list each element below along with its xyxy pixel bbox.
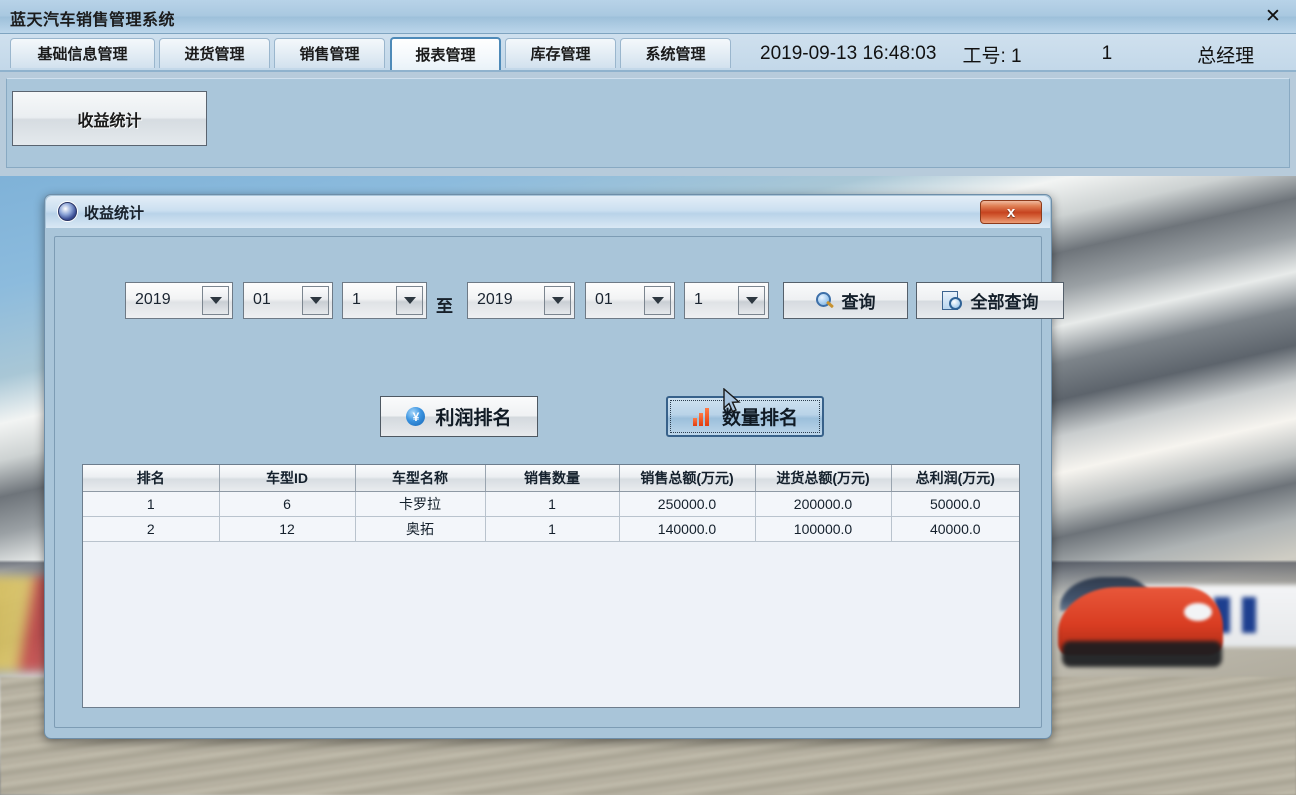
col-sales-total[interactable]: 销售总额(万元) [619, 465, 756, 492]
end-year-select[interactable]: 2019 [467, 282, 575, 319]
cell-total-profit: 50000.0 [891, 491, 1019, 517]
header-info: 2019-09-13 16:48:03 工号: 1 1 总经理 [760, 40, 1254, 68]
chevron-down-icon[interactable] [202, 286, 229, 315]
cell-model-name: 奥拓 [355, 516, 486, 542]
chevron-down-icon[interactable] [396, 286, 423, 315]
cell-model-id: 12 [219, 516, 356, 542]
window-close-button[interactable]: ✕ [1256, 3, 1290, 30]
quantity-ranking-button[interactable]: 数量排名 [666, 396, 824, 437]
end-day-value: 1 [694, 291, 703, 308]
cell-sales-total: 250000.0 [619, 491, 756, 517]
chevron-down-icon[interactable] [644, 286, 671, 315]
profit-ranking-button[interactable]: ¥ 利润排名 [380, 396, 538, 437]
cell-total-profit: 40000.0 [891, 516, 1019, 542]
col-model-name[interactable]: 车型名称 [355, 465, 486, 492]
income-statistics-button[interactable]: 收益统计 [12, 91, 207, 146]
table-body: 1 6 卡罗拉 1 250000.0 200000.0 50000.0 2 12… [83, 491, 1019, 542]
yen-coin-icon: ¥ [406, 407, 426, 426]
start-day-select[interactable]: 1 [342, 282, 427, 319]
end-year-value: 2019 [477, 291, 513, 308]
window-title: 蓝天汽车销售管理系统 [10, 12, 176, 29]
quantity-ranking-label: 数量排名 [721, 408, 798, 429]
red-sportscar-image [1058, 568, 1288, 673]
module-toolbar: 收益统计 [6, 78, 1290, 168]
tab-reports[interactable]: 报表管理 [390, 37, 501, 70]
start-month-value: 01 [253, 291, 271, 308]
user-role: 总经理 [1197, 45, 1255, 67]
col-rank[interactable]: 排名 [83, 465, 220, 492]
end-month-select[interactable]: 01 [585, 282, 675, 319]
dialog-titlebar: 收益统计 x [46, 196, 1050, 228]
start-year-select[interactable]: 2019 [125, 282, 233, 319]
cell-sales-total: 140000.0 [619, 516, 756, 542]
tab-sales[interactable]: 销售管理 [274, 38, 385, 68]
cell-purchase-total: 200000.0 [755, 491, 892, 517]
table-header-row: 排名 车型ID 车型名称 销售数量 销售总额(万元) 进货总额(万元) 总利润(… [83, 465, 1019, 492]
tab-system[interactable]: 系统管理 [620, 38, 731, 68]
tab-inventory[interactable]: 库存管理 [505, 38, 616, 68]
query-all-button-label: 全部查询 [970, 293, 1039, 312]
col-model-id[interactable]: 车型ID [219, 465, 356, 492]
dialog-close-button[interactable]: x [980, 200, 1042, 224]
chevron-down-icon[interactable] [738, 286, 765, 315]
table-row[interactable]: 2 12 奥拓 1 140000.0 100000.0 40000.0 [83, 516, 1019, 542]
employee-id-value: 1 [1101, 43, 1113, 64]
start-month-select[interactable]: 01 [243, 282, 333, 319]
profit-ranking-label: 利润排名 [435, 408, 512, 429]
document-search-icon [941, 291, 962, 310]
dialog-title: 收益统计 [84, 205, 145, 222]
col-total-profit[interactable]: 总利润(万元) [891, 465, 1019, 492]
search-icon [815, 292, 833, 309]
cell-rank: 1 [83, 491, 220, 517]
start-year-value: 2019 [135, 291, 171, 308]
cell-model-id: 6 [219, 491, 356, 517]
cell-sales-qty: 1 [485, 516, 620, 542]
window-titlebar: 蓝天汽车销售管理系统 ✕ [0, 0, 1296, 34]
chevron-down-icon[interactable] [302, 286, 329, 315]
cell-sales-qty: 1 [485, 491, 620, 517]
query-all-button[interactable]: 全部查询 [916, 282, 1064, 319]
col-sales-qty[interactable]: 销售数量 [485, 465, 620, 492]
application-window: 蓝天汽车销售管理系统 ✕ 基础信息管理 进货管理 销售管理 报表管理 库存管理 … [0, 0, 1296, 795]
col-purchase-total[interactable]: 进货总额(万元) [755, 465, 892, 492]
tab-basic-info[interactable]: 基础信息管理 [10, 38, 155, 68]
income-statistics-dialog: 收益统计 x 2019 01 1 至 2019 01 1 查询 全部查询 ¥ 利… [44, 194, 1064, 739]
cell-purchase-total: 100000.0 [755, 516, 892, 542]
gear-icon [58, 202, 77, 221]
dialog-body: 2019 01 1 至 2019 01 1 查询 全部查询 ¥ 利润排名 数量排… [54, 236, 1064, 728]
bar-chart-icon [692, 407, 712, 426]
query-button-label: 查询 [841, 293, 876, 312]
query-button[interactable]: 查询 [783, 282, 908, 319]
table-row[interactable]: 1 6 卡罗拉 1 250000.0 200000.0 50000.0 [83, 491, 1019, 517]
end-month-value: 01 [595, 291, 613, 308]
table-header: 排名 车型ID 车型名称 销售数量 销售总额(万元) 进货总额(万元) 总利润(… [83, 465, 1019, 492]
cell-model-name: 卡罗拉 [355, 491, 486, 517]
results-table-container[interactable]: 排名 车型ID 车型名称 销售数量 销售总额(万元) 进货总额(万元) 总利润(… [82, 464, 1020, 708]
tab-purchase[interactable]: 进货管理 [159, 38, 270, 68]
cell-rank: 2 [83, 516, 220, 542]
range-separator-label: 至 [436, 297, 453, 316]
chevron-down-icon[interactable] [544, 286, 571, 315]
end-day-select[interactable]: 1 [684, 282, 769, 319]
employee-number-label: 工号: 1 [962, 45, 1022, 67]
start-day-value: 1 [352, 291, 361, 308]
current-datetime: 2019-09-13 16:48:03 [760, 43, 937, 64]
income-statistics-table: 排名 车型ID 车型名称 销售数量 销售总额(万元) 进货总额(万元) 总利润(… [83, 465, 1019, 542]
